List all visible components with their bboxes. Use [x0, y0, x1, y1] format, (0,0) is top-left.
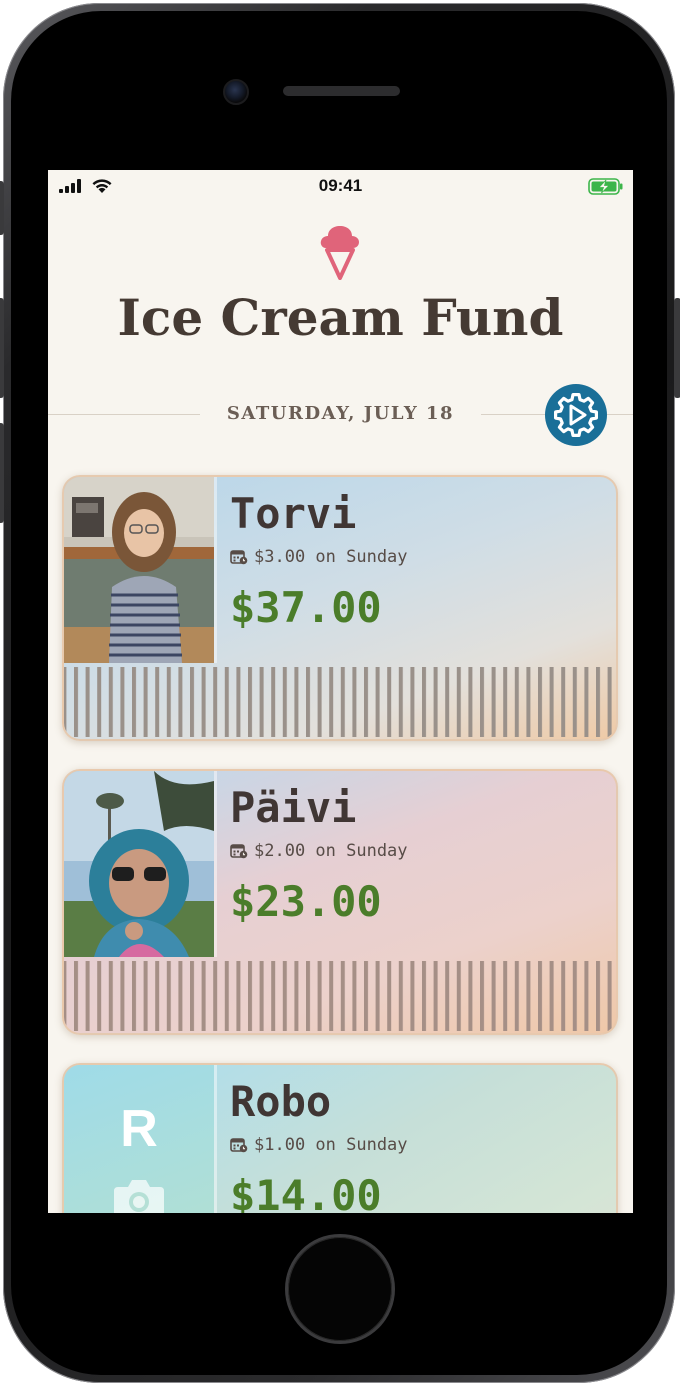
mute-switch	[0, 181, 4, 235]
camera-icon[interactable]	[112, 1177, 166, 1213]
balance-amount: $37.00	[230, 583, 382, 632]
calendar-clock-icon	[230, 844, 248, 859]
kid-name: Torvi	[230, 489, 357, 538]
allowance-row: $2.00 on Sunday	[230, 841, 408, 861]
home-button[interactable]	[288, 1237, 392, 1341]
kid-initial: R	[120, 1100, 158, 1158]
calendar-clock-icon	[230, 550, 248, 565]
kid-photo-image	[64, 477, 214, 663]
allowance-text: $1.00 on Sunday	[254, 1135, 408, 1155]
volume-up-button	[0, 298, 4, 398]
allowance-row: $1.00 on Sunday	[230, 1135, 408, 1155]
gear-play-icon	[554, 393, 598, 438]
front-camera	[223, 79, 249, 105]
kid-name: Robo	[230, 1077, 332, 1126]
power-button	[674, 298, 680, 398]
balance-amount: $14.00	[230, 1171, 382, 1213]
calendar-clock-icon	[230, 1138, 248, 1153]
balance-amount: $23.00	[230, 877, 382, 926]
kid-photo-image	[64, 771, 214, 957]
progress-stripes	[64, 663, 616, 739]
kid-photo	[64, 477, 214, 663]
kid-photo-placeholder: R	[64, 1065, 214, 1213]
earpiece-speaker	[283, 86, 400, 96]
kid-card-robo[interactable]: R Robo $1.00 on Sunday $14.00	[62, 1063, 618, 1213]
app-screen: 09:41 Ice Cream Fund SATURDAY, JULY 18 T…	[48, 170, 633, 1213]
progress-stripes	[64, 957, 616, 1033]
battery-charging-icon	[588, 178, 623, 195]
kid-photo	[64, 771, 214, 957]
status-time: 09:41	[318, 176, 363, 195]
photo-divider	[214, 1065, 217, 1213]
settings-button[interactable]	[545, 384, 607, 446]
allowance-text: $2.00 on Sunday	[254, 841, 408, 861]
ice-cream-cone-icon	[320, 226, 359, 280]
kid-card-torvi[interactable]: Torvi $3.00 on Sunday $37.00	[62, 475, 618, 741]
kid-name: Päivi	[230, 783, 357, 832]
photo-divider	[214, 477, 217, 663]
app-title: Ice Cream Fund	[117, 288, 564, 347]
volume-down-button	[0, 423, 4, 523]
allowance-row: $3.00 on Sunday	[230, 547, 408, 567]
kid-card-paivi[interactable]: Päivi $2.00 on Sunday $23.00	[62, 769, 618, 1035]
photo-divider	[214, 771, 217, 957]
allowance-text: $3.00 on Sunday	[254, 547, 408, 567]
status-bar: 09:41	[48, 170, 633, 204]
